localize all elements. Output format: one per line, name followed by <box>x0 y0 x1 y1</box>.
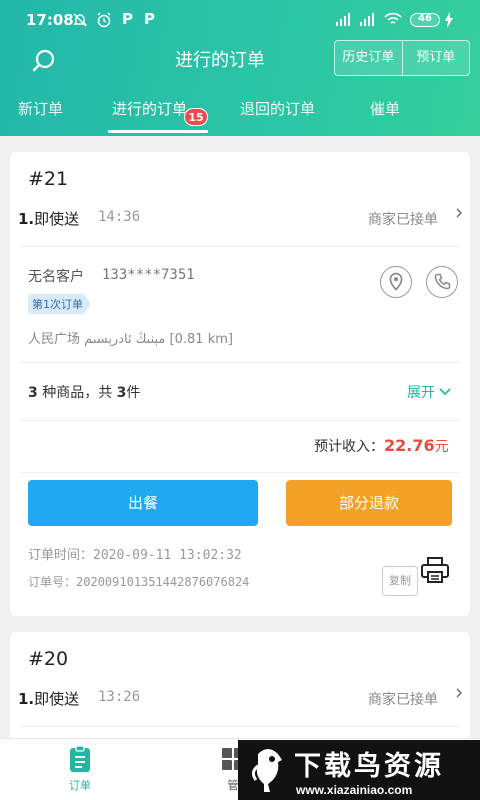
charging-icon <box>445 12 453 28</box>
divider <box>20 726 460 727</box>
partial-refund-button[interactable]: 部分退款 <box>286 480 452 526</box>
wifi-icon <box>384 12 402 24</box>
order-number: #21 <box>28 168 69 190</box>
order-type-switch: 历史订单 预订单 <box>334 40 470 76</box>
order-card: #20 1.即使送 13:26 商家已接单 <box>10 632 470 752</box>
app-header: 17:08 P P 46 进行的订单 历史订单 预订单 新订单 进行的订单 15… <box>0 0 480 136</box>
estimated-income: 预计收入：22.76元 <box>314 436 449 455</box>
watermark-banner: 下载鸟资源 www.xiazainiao.com <box>238 740 480 800</box>
status-bar: 17:08 P P 46 <box>0 0 480 40</box>
copy-order-id-button[interactable]: 复制 <box>382 566 418 596</box>
nav-orders[interactable]: 订单 <box>56 745 104 795</box>
active-tab-indicator <box>108 130 208 133</box>
signal-icon <box>336 13 350 26</box>
signal-icon <box>360 13 374 26</box>
delivery-time: 14:36 <box>98 209 141 225</box>
order-number: #20 <box>28 648 69 670</box>
tab-new-orders[interactable]: 新订单 <box>18 98 63 119</box>
preorder-button[interactable]: 预订单 <box>401 41 470 75</box>
mute-icon <box>73 13 87 27</box>
delivery-address: 人民广场 مېنىڭ ئادرېسىم [0.81 km] <box>28 332 233 347</box>
parking-icon: P <box>122 10 133 28</box>
alarm-icon <box>97 12 111 28</box>
bird-logo-icon <box>251 749 282 792</box>
nav-orders-label: 订单 <box>69 779 91 792</box>
divider <box>20 362 460 363</box>
delivery-type: 1.即使送 <box>18 210 80 228</box>
printer-icon[interactable] <box>420 556 450 584</box>
order-time: 订单时间：2020-09-11 13:02:32 <box>28 548 242 563</box>
tab-returned-orders[interactable]: 退回的订单 <box>240 98 315 119</box>
customer-name: 无名客户 <box>28 269 84 285</box>
chevron-down-icon <box>439 388 451 396</box>
serve-meal-button[interactable]: 出餐 <box>28 480 258 526</box>
chevron-right-icon[interactable] <box>454 688 464 698</box>
ongoing-count-badge: 15 <box>184 108 208 126</box>
watermark-title: 下载鸟资源 <box>294 751 444 782</box>
order-card: #21 1.即使送 14:36 商家已接单 无名客户 133****7351 第… <box>10 152 470 616</box>
delivery-time: 13:26 <box>98 689 141 705</box>
customer-phone: 133****7351 <box>102 267 195 283</box>
expand-items-button[interactable]: 展开 <box>407 382 452 402</box>
page-title: 进行的订单 <box>175 50 265 71</box>
orders-icon <box>70 745 90 772</box>
location-icon[interactable] <box>380 266 412 298</box>
parking-icon: P <box>144 10 155 28</box>
order-tabs: 新订单 进行的订单 15 退回的订单 催单 <box>0 94 480 136</box>
income-value: 22.76 <box>384 436 435 455</box>
merchant-status: 商家已接单 <box>368 212 438 228</box>
search-icon[interactable] <box>30 46 58 74</box>
delivery-type: 1.即使送 <box>18 690 80 708</box>
divider <box>20 246 460 247</box>
chevron-right-icon[interactable] <box>454 208 464 218</box>
navbar: 进行的订单 历史订单 预订单 <box>0 40 480 80</box>
order-count-tag: 第1次订单 <box>28 294 91 314</box>
phone-icon[interactable] <box>426 266 458 298</box>
battery-icon: 46 <box>410 13 440 27</box>
divider <box>20 420 460 421</box>
order-id: 订单号：2020091013514428760768​24 <box>28 575 250 589</box>
tab-ongoing-orders[interactable]: 进行的订单 <box>112 98 187 119</box>
status-time: 17:08 <box>26 11 74 29</box>
tab-reminders[interactable]: 催单 <box>370 98 400 119</box>
history-orders-button[interactable]: 历史订单 <box>335 41 402 75</box>
merchant-status: 商家已接单 <box>368 692 438 708</box>
items-summary: 3 种商品，共 3件 <box>28 385 141 401</box>
watermark-url: www.xiazainiao.com <box>296 783 413 797</box>
divider <box>20 472 460 473</box>
